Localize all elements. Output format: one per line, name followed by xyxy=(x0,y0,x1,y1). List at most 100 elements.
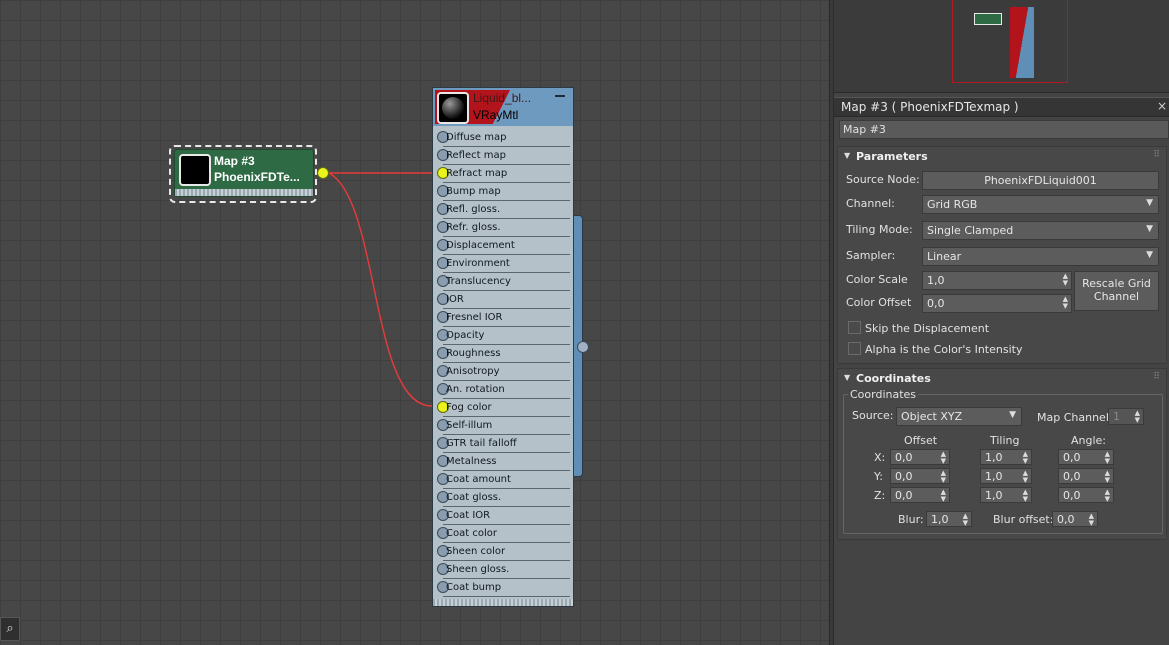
parameters-rollout-header[interactable]: ▼ Parameters ⠿ xyxy=(838,147,1166,167)
binoculars-icon[interactable]: ⌕ xyxy=(0,617,20,641)
material-slot[interactable]: Sheen color xyxy=(437,543,570,561)
blur-offset-spinner[interactable]: 0,0 ▲ ▼ xyxy=(1052,511,1098,527)
offset-spinner[interactable]: 0,0 ▲ ▼ xyxy=(890,468,950,484)
spinner-arrows-icon[interactable]: ▲ ▼ xyxy=(1023,489,1028,503)
angle-column-label: Angle: xyxy=(1071,434,1107,447)
material-slot[interactable]: Refl. gloss. xyxy=(437,201,570,219)
map-node-title: Map #3 xyxy=(214,154,255,168)
material-node-header[interactable]: Liquid_bl... VRayMtl xyxy=(433,88,573,126)
rescale-grid-channel-button[interactable]: Rescale Grid Channel xyxy=(1074,271,1159,311)
material-slot[interactable]: Coat amount xyxy=(437,471,570,489)
source-dropdown[interactable]: Object XYZ ▼ xyxy=(896,407,1022,426)
spinner-arrows-icon[interactable]: ▲ ▼ xyxy=(941,470,946,484)
coordinates-heading: Coordinates xyxy=(856,372,931,385)
material-slot[interactable]: Environment xyxy=(437,255,570,273)
dropdown-arrow-icon: ▼ xyxy=(1146,224,1153,234)
material-slot[interactable]: Coat bump xyxy=(437,579,570,597)
navigator[interactable] xyxy=(834,0,1169,93)
spinner-arrows-icon[interactable]: ▲ ▼ xyxy=(1105,451,1110,465)
angle-spinner[interactable]: 0,0 ▲ ▼ xyxy=(1058,449,1114,465)
material-output-socket[interactable] xyxy=(577,341,589,353)
material-slot[interactable]: GTR tail falloff xyxy=(437,435,570,453)
skip-displacement-checkbox[interactable] xyxy=(848,321,861,334)
material-preview-sphere xyxy=(437,92,469,124)
material-slot[interactable]: Translucency xyxy=(437,273,570,291)
tiling-mode-dropdown[interactable]: Single Clamped ▼ xyxy=(922,221,1159,240)
offset-spinner[interactable]: 0,0 ▲ ▼ xyxy=(890,449,950,465)
dropdown-arrow-icon: ▼ xyxy=(1009,410,1016,420)
material-slot[interactable]: Coat color xyxy=(437,525,570,543)
spinner-arrows-icon[interactable]: ▲ ▼ xyxy=(1023,470,1028,484)
skip-displacement-label: Skip the Displacement xyxy=(865,322,990,335)
map-name-field[interactable]: Map #3 xyxy=(839,120,1169,139)
slot-label: Bump map xyxy=(446,186,501,197)
tiling-spinner[interactable]: 1,0 ▲ ▼ xyxy=(980,487,1032,503)
material-slot[interactable]: Opacity xyxy=(437,327,570,345)
material-slot[interactable]: Coat gloss. xyxy=(437,489,570,507)
sampler-dropdown[interactable]: Linear ▼ xyxy=(922,247,1159,266)
material-node[interactable]: Liquid_bl... VRayMtl Diffuse map Reflect … xyxy=(432,87,574,607)
material-slot[interactable]: Displacement xyxy=(437,237,570,255)
wire-fog-color[interactable] xyxy=(328,172,433,407)
slot-label: Translucency xyxy=(446,276,511,287)
spinner-arrows-icon[interactable]: ▲ ▼ xyxy=(941,451,946,465)
blur-value: 1,0 xyxy=(931,513,949,526)
spinner-arrows-icon[interactable]: ▲ ▼ xyxy=(963,513,968,527)
channel-value: Grid RGB xyxy=(927,198,978,211)
material-slot[interactable]: IOR xyxy=(437,291,570,309)
axis-label: X: xyxy=(874,451,886,464)
source-node-button[interactable]: PhoenixFDLiquid001 xyxy=(922,171,1159,190)
offset-value: 0,0 xyxy=(895,451,913,464)
map-thumbnail xyxy=(179,154,211,186)
slot-label: Sheen gloss. xyxy=(446,564,510,575)
spinner-arrows-icon[interactable]: ▲ ▼ xyxy=(1105,489,1110,503)
offset-value: 0,0 xyxy=(895,489,913,502)
offset-spinner[interactable]: 0,0 ▲ ▼ xyxy=(890,487,950,503)
map-node[interactable]: Map #3 PhoenixFDTe... xyxy=(174,149,314,197)
node-editor-canvas[interactable]: Map #3 PhoenixFDTe... Liquid_bl... VRayM… xyxy=(0,0,829,645)
color-offset-spinner[interactable]: 0,0 ▲ ▼ xyxy=(922,294,1072,313)
material-slot[interactable]: Refract map xyxy=(437,165,570,183)
material-slot[interactable]: Fog color xyxy=(437,399,570,417)
spinner-arrows-icon[interactable]: ▲ ▼ xyxy=(1063,273,1068,287)
color-scale-spinner[interactable]: 1,0 ▲ ▼ xyxy=(922,271,1072,290)
axis-label: Y: xyxy=(874,470,883,483)
channel-dropdown[interactable]: Grid RGB ▼ xyxy=(922,195,1159,214)
blur-offset-label: Blur offset: xyxy=(993,513,1054,526)
angle-spinner[interactable]: 0,0 ▲ ▼ xyxy=(1058,487,1114,503)
material-slot[interactable]: Self-illum xyxy=(437,417,570,435)
coordinates-rollout-header[interactable]: ▼ Coordinates ⠿ xyxy=(838,369,1166,389)
material-slot[interactable]: An. rotation xyxy=(437,381,570,399)
slot-label: Refl. gloss. xyxy=(446,204,501,215)
map-output-socket[interactable] xyxy=(317,167,329,179)
material-slot[interactable]: Anisotropy xyxy=(437,363,570,381)
spinner-arrows-icon[interactable]: ▲ ▼ xyxy=(941,489,946,503)
material-slot[interactable]: Coat IOR xyxy=(437,507,570,525)
tiling-spinner[interactable]: 1,0 ▲ ▼ xyxy=(980,468,1032,484)
spinner-arrows-icon[interactable]: ▲ ▼ xyxy=(1105,470,1110,484)
collapse-icon[interactable] xyxy=(555,95,565,97)
slot-label: Sheen color xyxy=(446,546,506,557)
map-channel-value: 1 xyxy=(1113,410,1120,423)
material-slot[interactable]: Metalness xyxy=(437,453,570,471)
tiling-spinner[interactable]: 1,0 ▲ ▼ xyxy=(980,449,1032,465)
material-slot[interactable]: Roughness xyxy=(437,345,570,363)
material-slot[interactable]: Sheen gloss. xyxy=(437,561,570,579)
tiling-value: 1,0 xyxy=(985,451,1003,464)
material-slot[interactable]: Fresnel IOR xyxy=(437,309,570,327)
slot-label: Diffuse map xyxy=(446,132,507,143)
material-slot[interactable]: Refr. gloss. xyxy=(437,219,570,237)
color-scale-value: 1,0 xyxy=(927,274,945,287)
angle-spinner[interactable]: 0,0 ▲ ▼ xyxy=(1058,468,1114,484)
blur-spinner[interactable]: 1,0 ▲ ▼ xyxy=(926,511,972,527)
spinner-arrows-icon[interactable]: ▲ ▼ xyxy=(1063,296,1068,310)
material-slot[interactable]: Diffuse map xyxy=(437,129,570,147)
material-slot[interactable]: Reflect map xyxy=(437,147,570,165)
spinner-arrows-icon[interactable]: ▲ ▼ xyxy=(1023,451,1028,465)
alpha-intensity-checkbox[interactable] xyxy=(848,342,861,355)
close-icon[interactable]: × xyxy=(1157,99,1167,113)
spinner-arrows-icon[interactable]: ▲ ▼ xyxy=(1089,513,1094,527)
source-label: Source: xyxy=(852,409,894,422)
material-slot[interactable]: Bump map xyxy=(437,183,570,201)
angle-value: 0,0 xyxy=(1063,489,1081,502)
